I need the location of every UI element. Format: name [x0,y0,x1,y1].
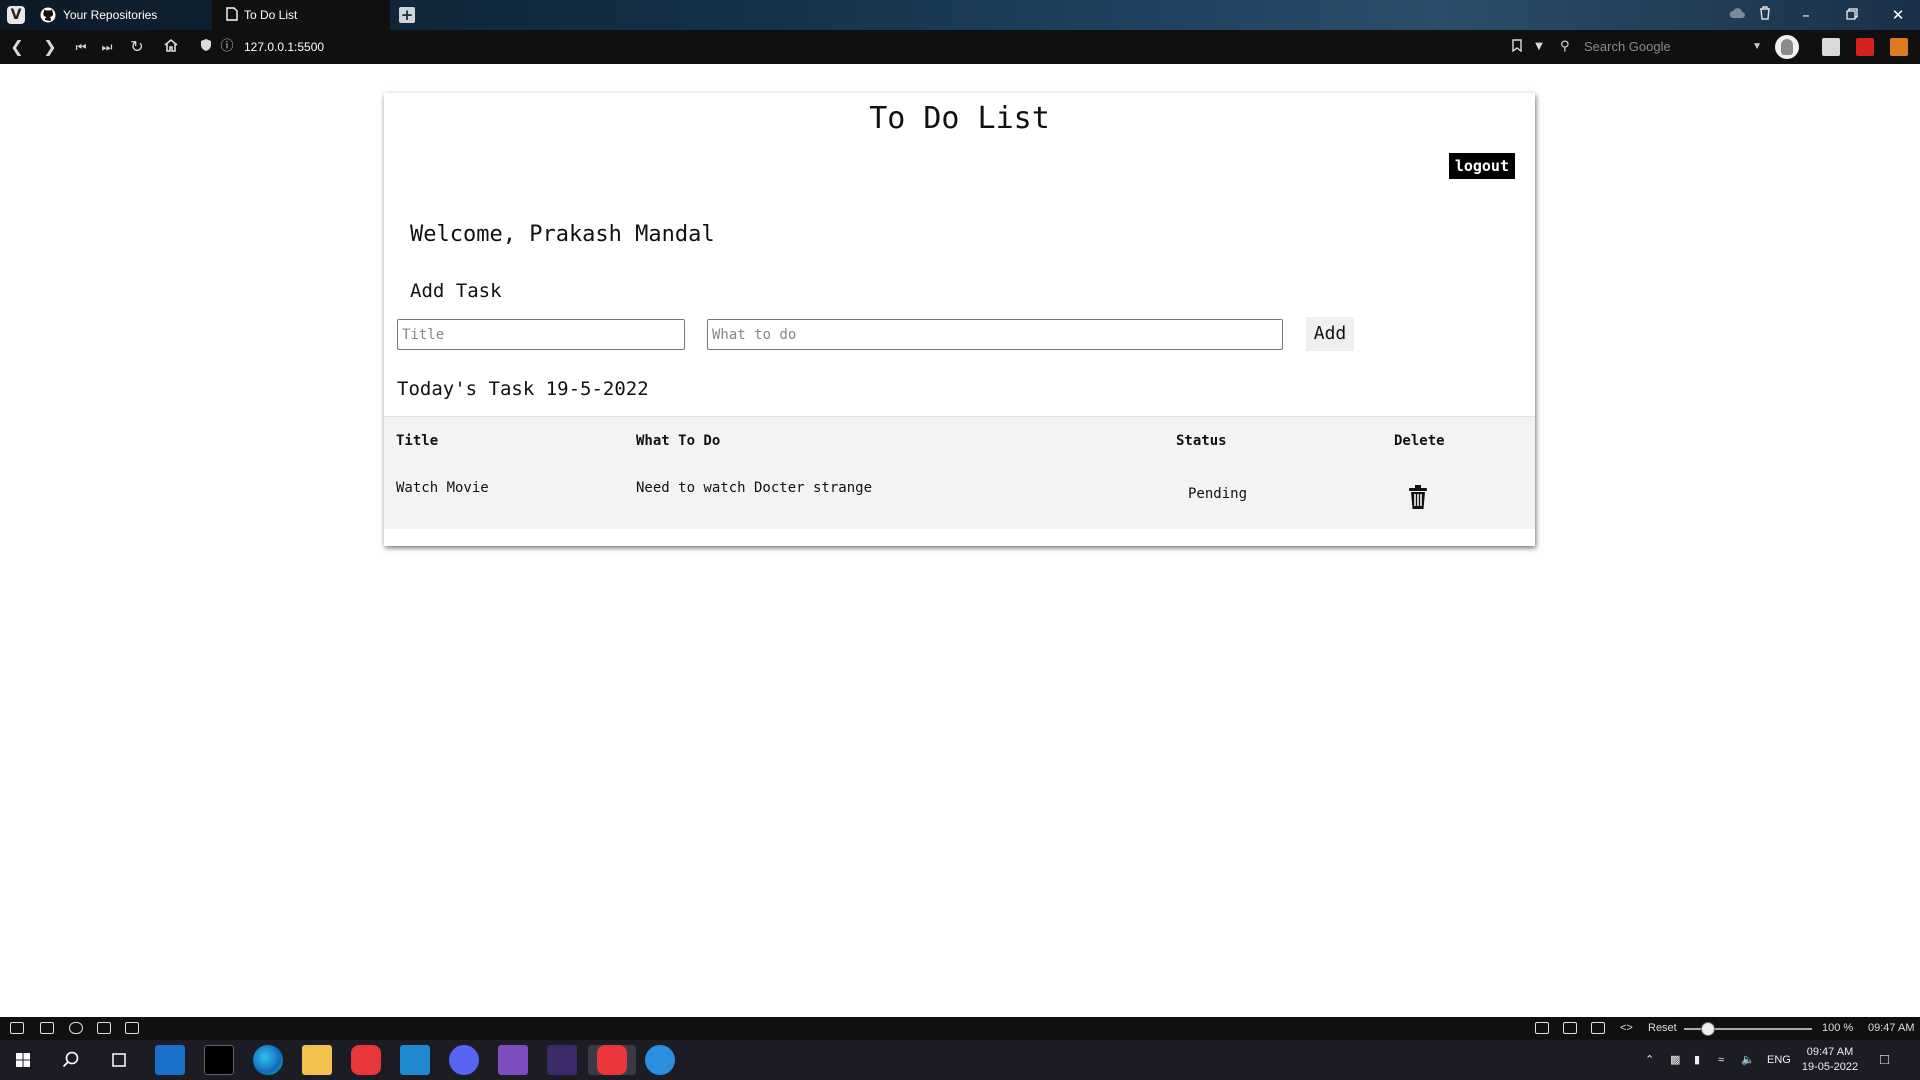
url-field[interactable]: 127.0.0.1:5500 [244,39,324,55]
rewind-icon[interactable]: ⏮ [70,37,92,57]
extension-icon[interactable] [1822,38,1840,56]
clock-time: 09:47 AM [1806,1046,1854,1058]
what-to-do-input[interactable] [707,319,1283,350]
welcome-message: Welcome, Prakash Mandal [410,222,715,247]
battery-icon[interactable]: ▮ [1694,1040,1700,1080]
sync-icon[interactable] [69,1022,83,1034]
panel-toggle-icon[interactable] [10,1022,24,1034]
header-what-to-do: What To Do [636,433,721,449]
firefox-dev-icon[interactable] [645,1045,675,1075]
table-header: Title What To Do Status Delete [384,416,1535,467]
tab-label: Your Repositories [63,8,158,22]
mail-icon[interactable] [97,1022,111,1034]
document-icon [224,7,240,23]
delete-trash-icon[interactable] [1408,484,1428,510]
search-placeholder: Search Google [1584,39,1671,54]
cloud-sync-icon[interactable] [1725,3,1749,25]
vivaldi-active-icon[interactable] [588,1045,636,1075]
window-icon[interactable] [1563,1022,1577,1034]
tab-your-repositories[interactable]: Your Repositories [30,0,208,30]
zoom-reset-button[interactable]: Reset [1648,1017,1677,1040]
bookmark-icon[interactable] [1506,37,1528,57]
tab-label: To Do List [244,8,298,22]
site-info-icon[interactable]: ⓘ [216,37,238,57]
table-row: Watch Movie Need to watch Docter strange… [384,466,1535,529]
extension-red-icon[interactable] [1856,38,1874,56]
back-icon[interactable]: ❮ [6,37,28,57]
start-icon[interactable] [8,1045,38,1075]
github-icon [40,7,56,23]
terminal-icon[interactable] [204,1045,234,1075]
forward-icon[interactable]: ❯ [39,37,61,57]
status-clock: 09:47 AM [1868,1022,1915,1034]
clock-date: 19-05-2022 [1801,1061,1859,1073]
mail-app-icon[interactable] [155,1045,185,1075]
wifi-icon[interactable]: ≈ [1718,1040,1724,1080]
add-button[interactable]: Add [1306,317,1354,351]
trash-icon[interactable] [1753,4,1777,26]
zoom-slider-handle[interactable] [1701,1022,1715,1036]
search-taskbar-icon[interactable] [56,1045,86,1075]
profile-avatar[interactable] [1775,35,1799,59]
calendar-icon[interactable] [125,1022,139,1034]
search-box[interactable]: ⚲ Search Google ▼ [1556,36,1766,58]
header-title: Title [396,433,439,449]
reload-icon[interactable]: ↻ [126,37,148,57]
file-explorer-icon[interactable] [302,1045,332,1075]
edge-icon[interactable] [253,1045,283,1075]
windows-taskbar: ⌃ ▩ ▮ ≈ 🔈 ENG 09:47 AM 19-05-2022 □ [0,1040,1920,1080]
terminal-purple-icon[interactable] [547,1045,577,1075]
fast-forward-icon[interactable]: ⏭ [96,37,118,57]
tray-expand-icon[interactable]: ⌃ [1645,1040,1654,1080]
task-view-icon[interactable] [104,1045,134,1075]
bookmark-dropdown-icon[interactable]: ▼ [1528,37,1550,57]
home-icon[interactable] [160,37,182,57]
browser-status-bar: <> Reset 100 % 09:47 AM [0,1017,1920,1040]
minimize-button[interactable]: – [1794,4,1818,26]
browser-tab-strip: V Your Repositories To Do List + – ✕ [0,0,1920,30]
visual-studio-icon[interactable] [498,1045,528,1075]
vivaldi-menu-icon[interactable]: V [7,6,25,24]
search-icon: ⚲ [1560,39,1570,54]
logout-button[interactable]: logout [1448,153,1515,179]
row-what-to-do: Need to watch Docter strange [636,480,873,496]
close-window-button[interactable]: ✕ [1886,4,1910,26]
notification-icon[interactable]: □ [1880,1040,1889,1080]
page-title: To Do List [869,101,1050,136]
vivaldi-icon[interactable] [351,1045,381,1075]
shield-icon[interactable] [195,37,217,57]
header-status: Status [1176,433,1227,449]
address-bar: ❮ ❯ ⏮ ⏭ ↻ ⓘ 127.0.0.1:5500 ▼ ⚲ Search Go… [0,30,1920,64]
search-engine-dropdown-icon[interactable]: ▼ [1752,36,1762,58]
discord-icon[interactable] [449,1045,479,1075]
language-indicator[interactable]: ENG [1767,1040,1791,1080]
new-tab-button[interactable]: + [399,7,415,23]
header-delete: Delete [1394,433,1445,449]
zoom-level: 100 % [1822,1022,1854,1034]
restore-button[interactable] [1840,4,1864,26]
tab-tiling-icon[interactable] [40,1022,54,1034]
todo-card: To Do List logout Welcome, Prakash Manda… [384,93,1535,546]
code-icon[interactable]: <> [1620,1017,1633,1040]
row-title: Watch Movie [396,480,489,496]
capture-icon[interactable] [1535,1022,1549,1034]
image-icon[interactable] [1591,1022,1605,1034]
vscode-icon[interactable] [400,1045,430,1075]
tray-device-icon[interactable]: ▩ [1670,1040,1680,1080]
tab-to-do-list[interactable]: To Do List [212,0,390,30]
volume-icon[interactable]: 🔈 [1741,1040,1755,1080]
title-input[interactable] [397,319,685,350]
add-task-heading: Add Task [410,280,502,302]
todays-task-heading: Today's Task 19-5-2022 [397,378,649,400]
taskbar-clock[interactable]: 09:47 AM 19-05-2022 [1800,1045,1860,1075]
row-status: Pending [1188,486,1248,502]
metamask-icon[interactable] [1890,38,1908,56]
